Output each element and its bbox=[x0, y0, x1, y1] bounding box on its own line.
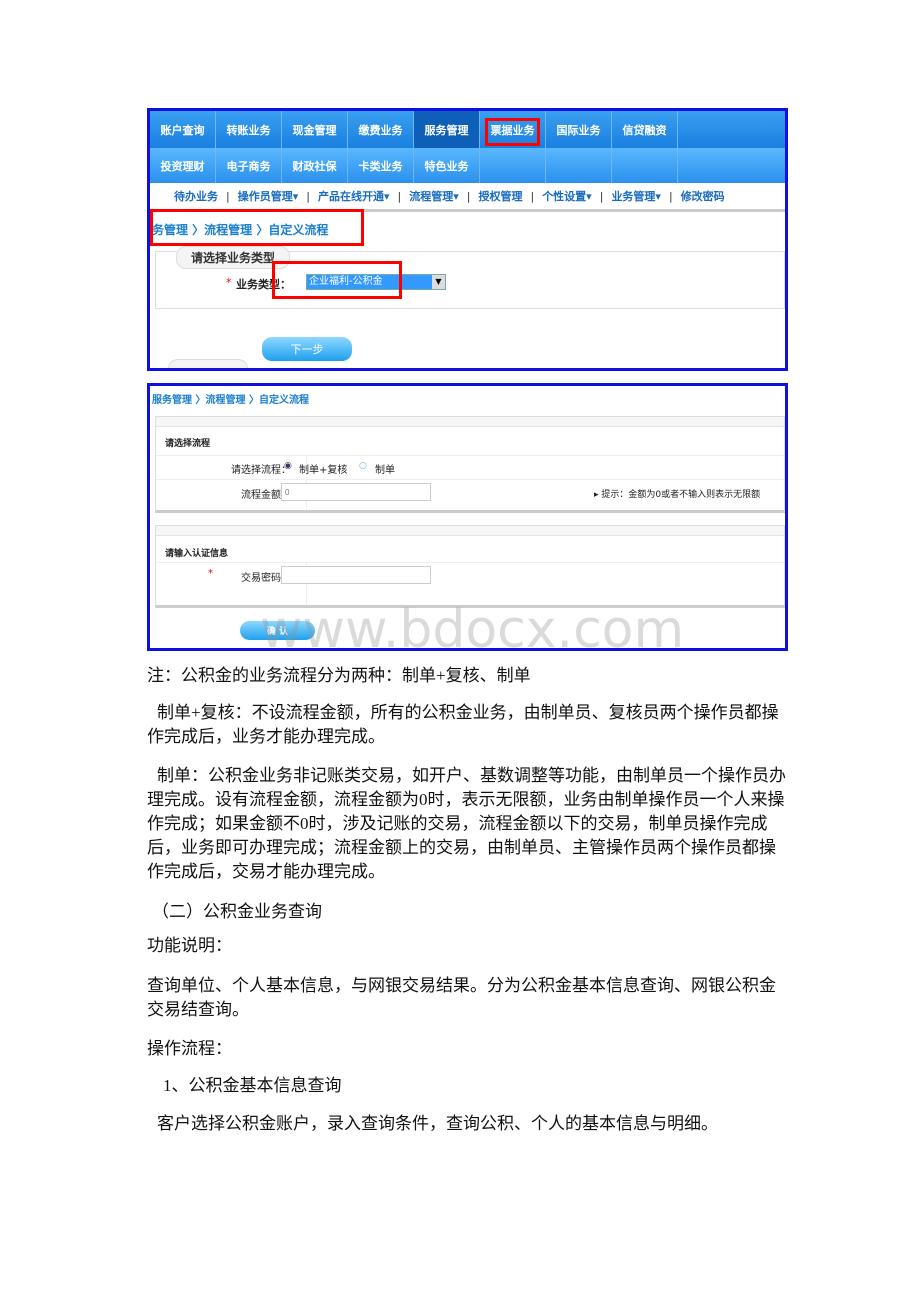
flow-label: 请选择流程： bbox=[231, 465, 291, 476]
radio-checked-icon[interactable]: ◉ bbox=[284, 461, 292, 471]
submenu-item[interactable]: 产品在线开通▾ bbox=[318, 188, 390, 204]
nav-item-active[interactable]: 服务管理 bbox=[414, 111, 480, 148]
nav-item[interactable]: 财政社保 bbox=[282, 148, 348, 183]
paragraph: 客户选择公积金账户，录入查询条件，查询公积、个人的基本信息与明细。 bbox=[157, 1114, 718, 1133]
chevron-down-icon[interactable]: ▼ bbox=[432, 275, 445, 289]
confirm-button[interactable]: 确 认 bbox=[240, 621, 315, 640]
required-mark: * bbox=[208, 568, 213, 579]
nav-item[interactable]: 卡类业务 bbox=[348, 148, 414, 183]
nav-item[interactable]: 电子商务 bbox=[216, 148, 282, 183]
highlight-box bbox=[485, 118, 540, 146]
flow-option[interactable]: 制单 bbox=[375, 461, 395, 476]
nav-item[interactable]: 缴费业务 bbox=[348, 111, 414, 148]
amount-input[interactable] bbox=[281, 483, 431, 501]
panel-title: 请输入认证信息 bbox=[165, 549, 229, 559]
nav-item[interactable]: 现金管理 bbox=[282, 111, 348, 148]
nav-item[interactable]: 国际业务 bbox=[546, 111, 612, 148]
flow-panel: 请选择流程 请选择流程： ◉ 制单+复核 ○ 制单 流程金额： ▸ 提示：金额为… bbox=[155, 416, 785, 513]
submenu-item[interactable]: 操作员管理▾ bbox=[238, 188, 299, 204]
business-type-panel: 请选择业务类型 * 业务类型： 企业福利-公积金 ▼ bbox=[155, 246, 785, 309]
note-paragraph: 注：公积金的业务流程分为两种：制单+复核、制单 bbox=[147, 666, 531, 685]
nav-row-2: 投资理财 电子商务 财政社保 卡类业务 特色业务 bbox=[150, 148, 785, 183]
auth-panel: 请输入认证信息 * 交易密码： bbox=[155, 525, 785, 608]
nav-item bbox=[612, 148, 678, 183]
radio-unchecked-icon[interactable]: ○ bbox=[359, 461, 367, 471]
nav-item bbox=[546, 148, 612, 183]
paragraph: 制单+复核：不设流程金额，所有的公积金业务，由制单员、复核员两个操作员都操作完成… bbox=[147, 703, 779, 746]
section-tab bbox=[168, 359, 248, 368]
paragraph: 查询单位、个人基本信息，与网银交易结果。分为公积金基本信息查询、网银公积金交易结… bbox=[147, 976, 776, 1019]
panel-title: 请选择流程 bbox=[165, 439, 211, 449]
section-heading: （二）公积金业务查询 bbox=[152, 902, 322, 921]
subheading: 1、公积金基本信息查询 bbox=[163, 1076, 342, 1095]
screenshot-custom-flow: 服务管理 〉流程管理 〉自定义流程 请选择流程 请选择流程： ◉ 制单+复核 ○… bbox=[147, 383, 788, 651]
nav-item[interactable]: 转账业务 bbox=[216, 111, 282, 148]
nav-row-1: 账户查询 转账业务 现金管理 缴费业务 服务管理 票据业务 国际业务 信贷融资 bbox=[150, 111, 785, 148]
submenu: 待办业务 | 操作员管理▾ | 产品在线开通▾ | 流程管理▾ | 授权管理 | 个性设置… bbox=[150, 183, 785, 212]
paragraph: 制单：公积金业务非记账类交易，如开户、基数调整等功能，由制单员一个操作员办理完成… bbox=[147, 766, 786, 881]
submenu-item[interactable]: 流程管理▾ bbox=[409, 188, 459, 204]
screenshot-service-management: 账户查询 转账业务 现金管理 缴费业务 服务管理 票据业务 国际业务 信贷融资 … bbox=[147, 108, 788, 371]
submenu-item[interactable]: 授权管理 bbox=[478, 188, 522, 204]
highlight-box bbox=[272, 261, 402, 299]
paragraph: 操作流程： bbox=[147, 1039, 232, 1058]
nav-item[interactable]: 投资理财 bbox=[150, 148, 216, 183]
nav-item bbox=[480, 148, 546, 183]
highlight-box bbox=[150, 209, 364, 246]
nav-item[interactable]: 信贷融资 bbox=[612, 111, 678, 148]
submenu-item[interactable]: 业务管理▾ bbox=[611, 188, 661, 204]
submenu-item[interactable]: 待办业务 bbox=[174, 188, 218, 204]
required-mark: * bbox=[226, 276, 232, 289]
next-button[interactable]: 下一步 bbox=[262, 337, 352, 361]
paragraph: 功能说明： bbox=[147, 936, 232, 955]
nav-item[interactable]: 账户查询 bbox=[150, 111, 216, 148]
password-input[interactable] bbox=[281, 566, 431, 584]
amount-hint: ▸ 提示：金额为0或者不输入则表示无限额 bbox=[594, 490, 761, 500]
breadcrumb: 服务管理 〉流程管理 〉自定义流程 bbox=[152, 395, 309, 406]
nav-item[interactable]: 特色业务 bbox=[414, 148, 480, 183]
submenu-item[interactable]: 个性设置▾ bbox=[542, 188, 592, 204]
flow-option[interactable]: 制单+复核 bbox=[299, 461, 347, 476]
submenu-item[interactable]: 修改密码 bbox=[681, 188, 725, 204]
